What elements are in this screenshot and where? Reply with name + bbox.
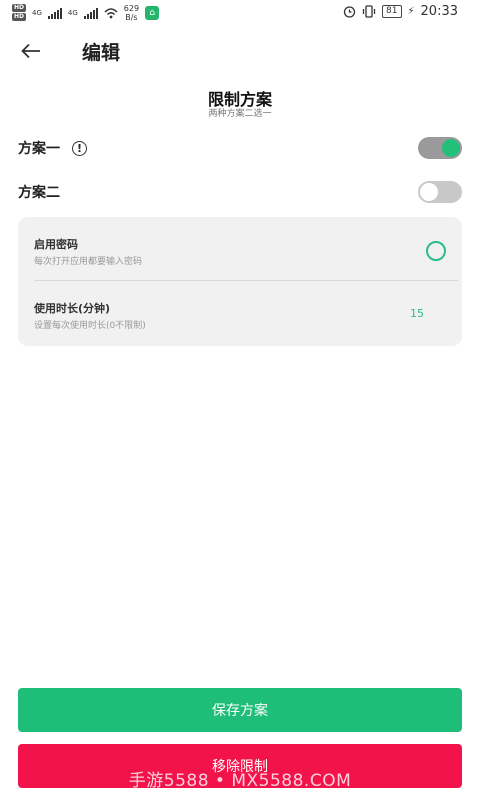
battery-icon: 81	[382, 5, 402, 18]
plan-label: 方案二	[18, 185, 60, 201]
duration-value[interactable]: 15	[410, 307, 424, 320]
charging-icon: ⚡	[407, 6, 415, 17]
status-left: HD HD 4G 4G 629 B/s ⌂	[12, 4, 160, 22]
app-notification-icon: ⌂	[145, 6, 160, 20]
arrow-left-icon	[21, 43, 40, 59]
info-icon[interactable]: !	[72, 140, 87, 156]
hd-badge: HD	[12, 13, 27, 21]
duration-desc: 设置每次使用时长(0不限制)	[34, 321, 146, 331]
back-button[interactable]	[16, 36, 46, 66]
password-setting-row[interactable]: 启用密码 每次打开应用都要输入密码	[34, 217, 446, 277]
duration-setting-row[interactable]: 使用时长(分钟) 设置每次使用时长(0不限制) 15	[34, 281, 446, 341]
password-title: 启用密码	[34, 238, 78, 251]
section-subtitle: 两种方案二选一	[208, 109, 272, 119]
plan-row-2: 方案二	[18, 180, 462, 204]
vibrate-icon	[362, 5, 376, 18]
hd-badges: HD HD	[12, 4, 27, 22]
wifi-icon	[104, 8, 118, 19]
toggle-knob	[442, 139, 460, 157]
clock: 20:33	[420, 4, 458, 19]
password-radio[interactable]	[426, 241, 446, 261]
network-type-label: 4G	[32, 9, 42, 17]
signal-icon	[47, 7, 62, 19]
net-speed: 629 B/s	[124, 4, 139, 22]
plan-1-toggle[interactable]	[418, 137, 462, 159]
status-bar: HD HD 4G 4G 629 B/s ⌂ 81 ⚡ 20:33	[0, 0, 480, 26]
network-type-label: 4G	[67, 9, 78, 17]
settings-card: 启用密码 每次打开应用都要输入密码 使用时长(分钟) 设置每次使用时长(0不限制…	[18, 217, 462, 346]
plan-label: 方案一	[18, 141, 60, 157]
plan-row-1: 方案一 !	[18, 136, 462, 160]
signal-icon	[83, 7, 98, 19]
plan-2-toggle[interactable]	[418, 181, 462, 203]
hd-badge: HD	[12, 4, 27, 12]
page-title: 编辑	[82, 42, 121, 64]
duration-title: 使用时长(分钟)	[34, 302, 111, 315]
status-right: 81 ⚡ 20:33	[343, 4, 458, 19]
watermark: 手游5588 • MX5588.COM	[128, 771, 352, 791]
save-plan-button[interactable]: 保存方案	[18, 688, 462, 732]
net-speed-value: 629	[123, 4, 140, 13]
toggle-knob	[420, 183, 438, 201]
net-speed-unit: B/s	[125, 13, 138, 22]
password-desc: 每次打开应用都要输入密码	[34, 257, 143, 267]
alarm-icon	[343, 6, 356, 18]
